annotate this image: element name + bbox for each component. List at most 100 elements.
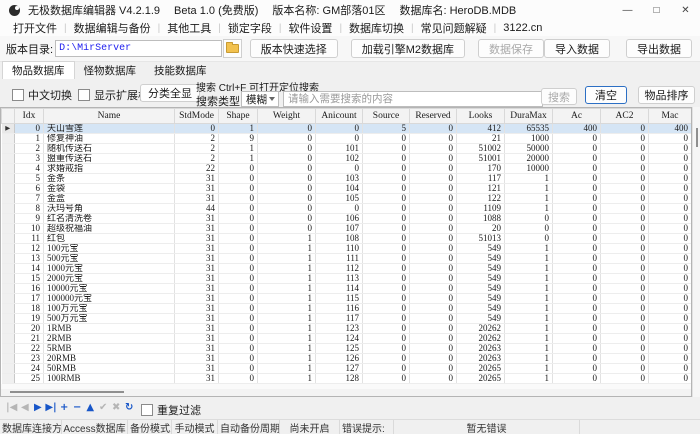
grid-cell[interactable]: 0 <box>410 144 457 154</box>
grid-cell[interactable]: 0 <box>553 354 601 364</box>
item-sort-button[interactable]: 物品排序 <box>638 86 695 104</box>
grid-cell[interactable]: 0 <box>553 304 601 314</box>
grid-cell[interactable]: 红名清洗卷 <box>44 214 175 224</box>
grid-cell[interactable]: 0 <box>363 284 410 294</box>
grid-cell[interactable]: 1 <box>505 374 553 384</box>
grid-cell[interactable]: 0 <box>649 144 692 154</box>
grid-cell[interactable]: 121 <box>457 184 505 194</box>
grid-cell[interactable]: 0 <box>601 144 649 154</box>
grid-cell[interactable]: 0 <box>649 134 692 144</box>
grid-cell[interactable]: 106 <box>316 214 363 224</box>
column-header[interactable]: StdMode <box>175 109 219 124</box>
grid-cell[interactable]: 8 <box>15 204 44 214</box>
grid-cell[interactable]: 1 <box>258 234 316 244</box>
grid-cell[interactable]: 21 <box>457 134 505 144</box>
grid-cell[interactable]: 1 <box>505 334 553 344</box>
grid-cell[interactable]: 0 <box>363 214 410 224</box>
table-row[interactable]: 8沃玛号角440000011091000 <box>2 204 693 214</box>
grid-cell[interactable]: 500元宝 <box>44 254 175 264</box>
grid-cell[interactable]: 0 <box>553 214 601 224</box>
nav-delete-button[interactable]: − <box>71 400 84 415</box>
grid-cell[interactable]: 31 <box>175 214 219 224</box>
grid-cell[interactable]: 0 <box>601 314 649 324</box>
grid-cell[interactable]: 31 <box>175 354 219 364</box>
grid-cell[interactable]: 求婚戒指 <box>44 164 175 174</box>
grid-cell[interactable]: 113 <box>316 274 363 284</box>
grid-cell[interactable]: 0 <box>553 324 601 334</box>
grid-cell[interactable]: 0 <box>410 194 457 204</box>
column-header[interactable]: Mac <box>649 109 692 124</box>
grid-cell[interactable]: 2RMB <box>44 334 175 344</box>
browse-folder-button[interactable] <box>223 39 242 58</box>
grid-cell[interactable]: 0 <box>601 204 649 214</box>
grid-cell[interactable]: 0 <box>601 364 649 374</box>
column-header[interactable]: Source <box>363 109 410 124</box>
grid-cell[interactable]: 0 <box>649 354 692 364</box>
grid-cell[interactable]: 14 <box>15 264 44 274</box>
grid-cell[interactable]: 4 <box>15 164 44 174</box>
grid-cell[interactable]: 100000元宝 <box>44 294 175 304</box>
table-row[interactable]: 5金条3100103001171000 <box>2 174 693 184</box>
grid-cell[interactable]: 31 <box>175 184 219 194</box>
grid-cell[interactable]: 0 <box>410 314 457 324</box>
grid-cell[interactable]: 随机传送石 <box>44 144 175 154</box>
grid-cell[interactable]: 0 <box>601 274 649 284</box>
grid-cell[interactable]: 0 <box>553 164 601 174</box>
table-row[interactable]: 17100000元宝3101115005491000 <box>2 294 693 304</box>
table-row[interactable]: 13500元宝3101111005491000 <box>2 254 693 264</box>
grid-cell[interactable]: 0 <box>553 194 601 204</box>
grid-cell[interactable]: 400 <box>649 124 692 134</box>
table-row[interactable]: 4求婚戒指220000017010000000 <box>2 164 693 174</box>
grid-cell[interactable]: 0 <box>410 134 457 144</box>
grid-cell[interactable]: 0 <box>219 264 258 274</box>
grid-cell[interactable]: 0 <box>553 334 601 344</box>
grid-cell[interactable]: 116 <box>316 304 363 314</box>
grid-cell[interactable]: 1 <box>258 254 316 264</box>
grid-cell[interactable]: 0 <box>363 164 410 174</box>
table-row[interactable]: 225RMB310112500202631000 <box>2 344 693 354</box>
grid-cell[interactable]: 21 <box>15 334 44 344</box>
grid-cell[interactable]: 0 <box>219 334 258 344</box>
grid-cell[interactable]: 0 <box>363 344 410 354</box>
grid-cell[interactable]: 549 <box>457 304 505 314</box>
minimize-button[interactable]: — <box>613 0 642 20</box>
grid-cell[interactable]: 0 <box>410 274 457 284</box>
grid-cell[interactable]: 0 <box>363 234 410 244</box>
grid-cell[interactable]: 31 <box>175 234 219 244</box>
grid-cell[interactable]: 6 <box>15 184 44 194</box>
grid-cell[interactable]: 0 <box>410 204 457 214</box>
grid-cell[interactable]: 0 <box>553 254 601 264</box>
grid-cell[interactable]: 2 <box>175 144 219 154</box>
grid-cell[interactable]: 18 <box>15 304 44 314</box>
grid-cell[interactable]: 1109 <box>457 204 505 214</box>
grid-cell[interactable]: 20263 <box>457 344 505 354</box>
grid-cell[interactable]: 1 <box>505 194 553 204</box>
grid-cell[interactable]: 沃玛号角 <box>44 204 175 214</box>
grid-cell[interactable]: 10 <box>15 224 44 234</box>
grid-cell[interactable]: 65535 <box>505 124 553 134</box>
grid-cell[interactable]: 0 <box>219 354 258 364</box>
nav-next-button[interactable]: ▶ <box>31 400 44 415</box>
grid-cell[interactable]: 31 <box>175 254 219 264</box>
grid-cell[interactable]: 5RMB <box>44 344 175 354</box>
table-row[interactable]: 18100万元宝3101116005491000 <box>2 304 693 314</box>
grid-cell[interactable]: 31 <box>175 264 219 274</box>
grid-cell[interactable]: 1 <box>505 284 553 294</box>
grid-cell[interactable]: 修复神油 <box>44 134 175 144</box>
menu-item-7[interactable]: 3122.cn <box>496 22 549 34</box>
grid-cell[interactable]: 549 <box>457 294 505 304</box>
grid-cell[interactable]: 0 <box>601 234 649 244</box>
nav-prior-button[interactable]: ◀ <box>18 400 31 415</box>
search-button[interactable]: 搜索 <box>541 88 577 105</box>
grid-cell[interactable]: 0 <box>219 304 258 314</box>
grid-cell[interactable]: 31 <box>175 334 219 344</box>
table-row[interactable]: 11红包310110800510130000 <box>2 234 693 244</box>
grid-cell[interactable]: 0 <box>363 244 410 254</box>
table-row[interactable]: 19500万元宝3101117005491000 <box>2 314 693 324</box>
import-data-button[interactable]: 导入数据 <box>544 39 610 58</box>
export-data-button[interactable]: 导出数据 <box>626 39 692 58</box>
table-row[interactable]: 1610000元宝3101114005491000 <box>2 284 693 294</box>
grid-cell[interactable]: 0 <box>219 344 258 354</box>
grid-cell[interactable]: 1 <box>219 154 258 164</box>
grid-cell[interactable]: 123 <box>316 324 363 334</box>
